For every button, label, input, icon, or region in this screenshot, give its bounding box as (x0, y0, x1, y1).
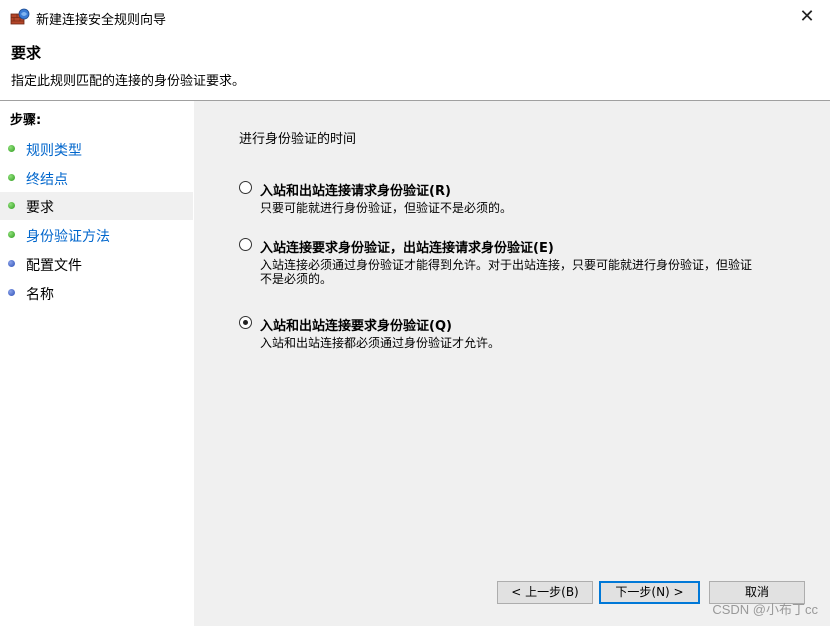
steps-title: 步骤: (10, 113, 42, 128)
firewall-shield-icon (10, 8, 30, 25)
page-header: 要求 指定此规则匹配的连接的身份验证要求。 (0, 36, 830, 100)
sidebar-item-endpoints[interactable]: 终结点 (0, 164, 193, 192)
steps-sidebar: 步骤: 规则类型 终结点 要求 身份验证方法 配置文件 名称 (0, 101, 193, 626)
radio-button-selected[interactable] (239, 316, 252, 329)
sidebar-item-label: 配置文件 (26, 258, 82, 274)
sidebar-item-label: 要求 (26, 200, 54, 216)
sidebar-item-profile: 配置文件 (0, 250, 193, 278)
section-question: 进行身份验证的时间 (239, 132, 357, 147)
step-current-bullet-icon (8, 202, 15, 209)
sidebar-item-label: 名称 (26, 287, 54, 303)
page-title: 要求 (11, 44, 42, 62)
option-label[interactable]: 入站和出站连接请求身份验证(R) (260, 180, 451, 199)
sidebar-item-label[interactable]: 终结点 (26, 169, 68, 189)
close-button[interactable]: ✕ (784, 0, 830, 34)
main-panel: 进行身份验证的时间 入站和出站连接请求身份验证(R) 只要可能就进行身份验证，但… (197, 101, 830, 626)
watermark: CSDN @小布丁cc (712, 602, 818, 617)
title-bar: 新建连接安全规则向导 ✕ (0, 0, 830, 36)
option-label[interactable]: 入站连接要求身份验证，出站连接请求身份验证(E) (260, 237, 554, 256)
option-description: 只要可能就进行身份验证，但验证不是必须的。 (260, 201, 513, 215)
sidebar-item-label[interactable]: 身份验证方法 (26, 226, 110, 246)
step-done-bullet-icon (8, 145, 15, 152)
option-description: 入站和出站连接都必须通过身份验证才允许。 (260, 336, 501, 350)
sidebar-item-rule-type[interactable]: 规则类型 (0, 135, 193, 163)
window-title: 新建连接安全规则向导 (36, 13, 167, 28)
sidebar-item-name: 名称 (0, 279, 193, 307)
radio-button[interactable] (239, 238, 252, 251)
step-done-bullet-icon (8, 231, 15, 238)
option-description: 入站连接必须通过身份验证才能得到允许。对于出站连接，只要可能就进行身份验证，但验… (260, 258, 753, 286)
sidebar-item-requirements: 要求 (0, 192, 193, 220)
next-button[interactable]: 下一步(N) > (599, 581, 700, 604)
radio-button[interactable] (239, 181, 252, 194)
step-pending-bullet-icon (8, 289, 15, 296)
sidebar-item-auth-method[interactable]: 身份验证方法 (0, 221, 193, 249)
step-done-bullet-icon (8, 174, 15, 181)
step-pending-bullet-icon (8, 260, 15, 267)
option-label[interactable]: 入站和出站连接要求身份验证(Q) (260, 315, 452, 334)
back-button[interactable]: < 上一步(B) (497, 581, 593, 604)
sidebar-item-label[interactable]: 规则类型 (26, 140, 82, 160)
page-subtitle: 指定此规则匹配的连接的身份验证要求。 (11, 74, 246, 89)
